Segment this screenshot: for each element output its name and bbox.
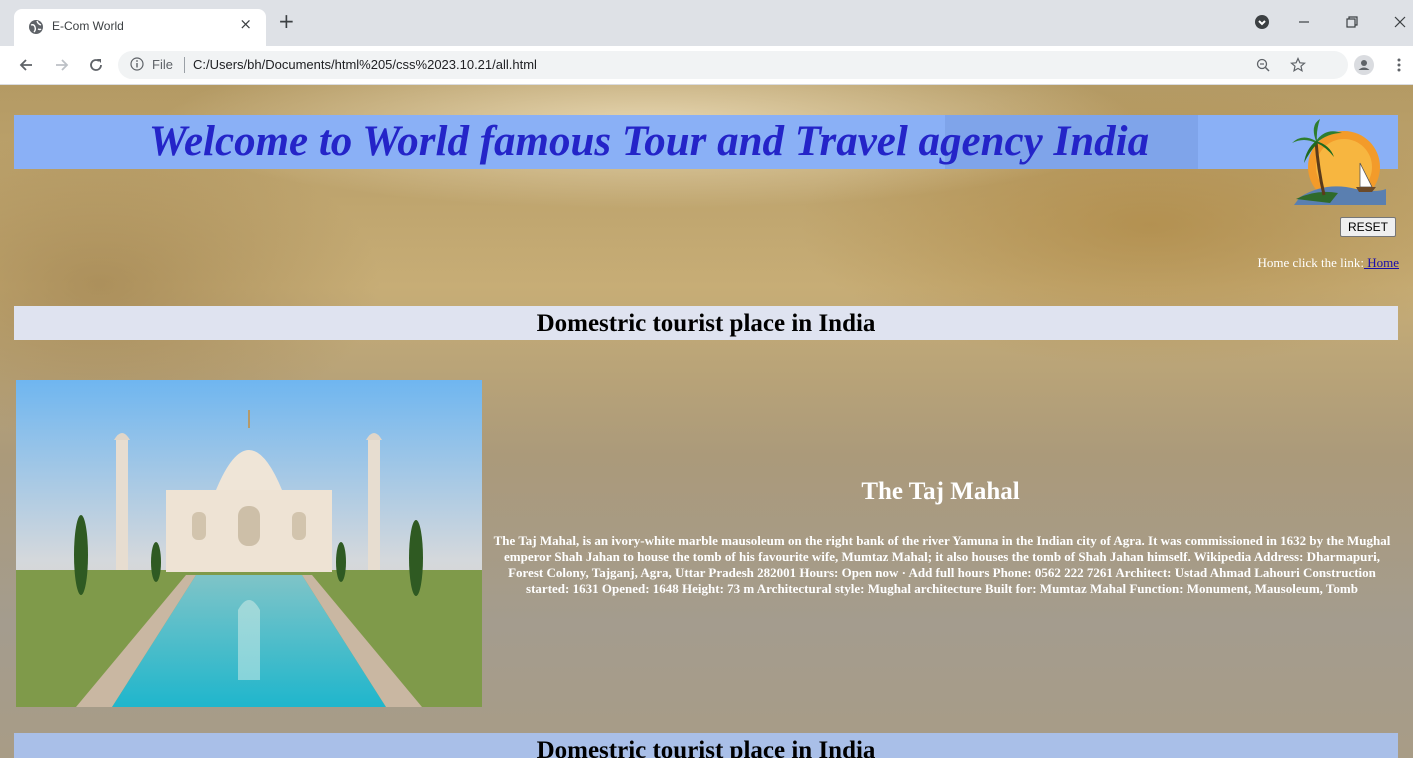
file-scheme-label: File [152, 57, 173, 72]
zoom-icon[interactable] [1256, 58, 1270, 72]
address-bar[interactable]: File C:/Users/bh/Documents/html%205/css%… [118, 51, 1348, 79]
browser-tab[interactable]: E-Com World × [14, 9, 266, 46]
page-viewport: Welcome to World famous Tour and Travel … [0, 85, 1413, 758]
profile-avatar-icon[interactable] [1354, 55, 1374, 75]
bookmark-star-icon[interactable] [1290, 57, 1306, 73]
browser-toolbar: File C:/Users/bh/Documents/html%205/css%… [0, 46, 1413, 85]
home-line: Home click the link: Home [1257, 255, 1399, 271]
travel-logo-palm-sailboat [1292, 119, 1386, 205]
back-arrow-icon[interactable] [18, 57, 34, 73]
info-icon[interactable] [130, 57, 144, 71]
reset-button[interactable]: RESET [1340, 217, 1396, 237]
omnibox-separator [184, 57, 185, 73]
place-description: The Taj Mahal, is an ivory-white marble … [493, 533, 1391, 596]
forward-arrow-icon[interactable] [54, 57, 70, 73]
extension-icon[interactable] [1254, 14, 1270, 30]
banner-title: Welcome to World famous Tour and Travel … [148, 118, 1150, 165]
tab-title: E-Com World [52, 19, 124, 33]
place-title: The Taj Mahal [861, 478, 1020, 505]
close-window-icon[interactable] [1394, 16, 1406, 28]
globe-icon [29, 20, 43, 34]
home-prompt-text: Home click the link: [1257, 255, 1364, 270]
restore-icon[interactable] [1346, 16, 1358, 28]
taj-mahal-photo [16, 380, 482, 707]
home-link[interactable]: Home [1364, 255, 1399, 270]
reload-icon[interactable] [88, 57, 104, 73]
tab-close-icon[interactable]: × [239, 15, 252, 33]
browser-tab-bar: E-Com World × + [0, 0, 1413, 46]
new-tab-button[interactable]: + [278, 11, 295, 31]
section-heading: Domestric tourist place in India [14, 306, 1398, 340]
menu-kebab-icon[interactable] [1396, 57, 1402, 73]
section-heading-2: Domestric tourist place in India [14, 733, 1398, 758]
minimize-icon[interactable] [1298, 16, 1310, 28]
url-text[interactable]: C:/Users/bh/Documents/html%205/css%2023.… [193, 57, 537, 72]
